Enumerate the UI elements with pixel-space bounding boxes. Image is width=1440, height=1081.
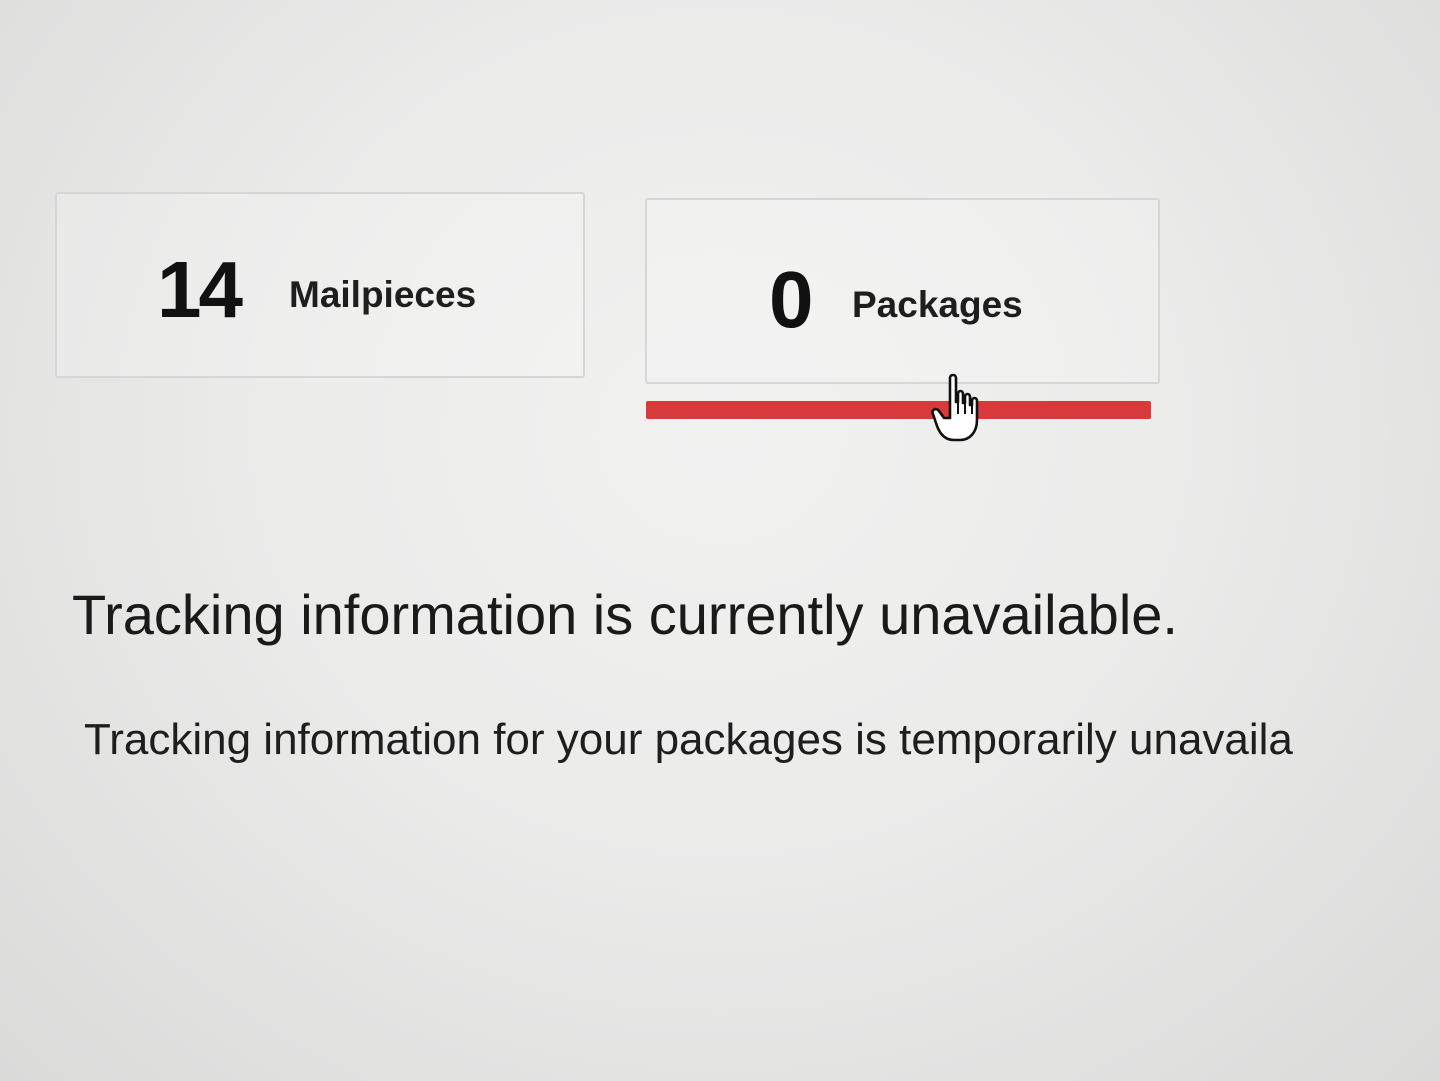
status-message: Tracking information for your packages i… (84, 715, 1293, 764)
packages-label: Packages (852, 284, 1023, 325)
active-tab-indicator (646, 401, 1151, 419)
tab-mailpieces[interactable]: 14 Mailpieces (55, 192, 585, 378)
tab-packages[interactable]: 0 Packages (645, 198, 1160, 384)
packages-count: 0 (769, 255, 813, 344)
hand-pointer-icon (931, 373, 979, 442)
status-headline: Tracking information is currently unavai… (72, 583, 1178, 646)
mailpieces-label: Mailpieces (289, 274, 477, 315)
mailpieces-count: 14 (157, 245, 243, 334)
